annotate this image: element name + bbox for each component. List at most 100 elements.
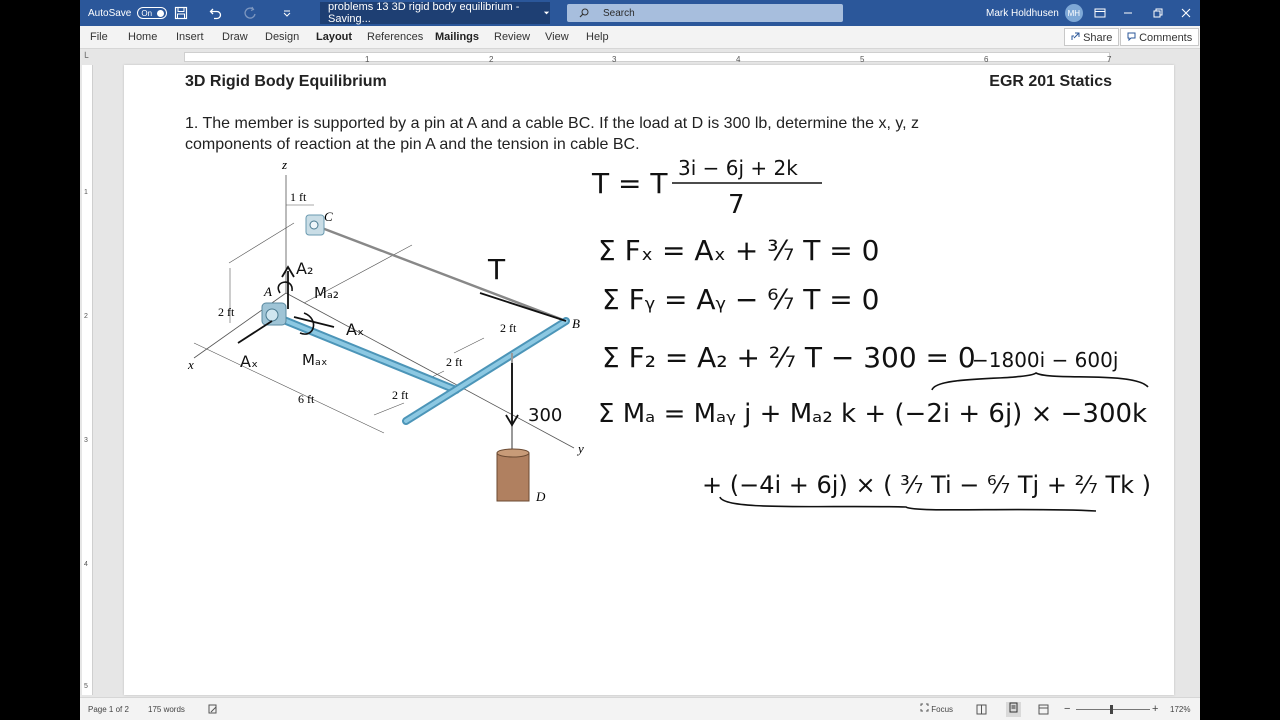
label-d: D — [535, 489, 546, 504]
page-count[interactable]: Page 1 of 2 — [88, 698, 129, 720]
tab-review[interactable]: Review — [494, 26, 530, 48]
vertical-ruler: 1 2 3 4 5 — [82, 65, 93, 695]
rigid-body-figure: z x y A B C D 1 ft 2 ft 2 ft 2 ft 2 ft 6… — [187, 157, 584, 504]
eq-sum-fx: Σ Fₓ = Aₓ + ³⁄₇ T = 0 — [598, 234, 879, 267]
undo-icon[interactable] — [209, 0, 223, 26]
vruler-number: 4 — [84, 561, 88, 568]
document-title-text: problems 13 3D rigid body equilibrium - … — [328, 1, 520, 25]
share-icon — [1071, 32, 1080, 40]
ribbon-tabs: File Home Insert Draw Design Layout Refe… — [80, 26, 1200, 49]
autosave-switch[interactable]: On — [137, 7, 168, 19]
comments-button[interactable]: Comments — [1120, 28, 1200, 46]
eq-sum-fy: Σ Fᵧ = Aᵧ − ⁶⁄₇ T = 0 — [602, 283, 879, 316]
tab-insert[interactable]: Insert — [176, 26, 204, 48]
brace-top — [931, 372, 1149, 391]
handwritten-may: Mₐₓ — [302, 351, 327, 369]
search-icon — [579, 8, 589, 18]
zoom-out-button[interactable]: − — [1064, 698, 1070, 720]
ruler-track: 1 2 3 4 5 6 7 — [184, 52, 1111, 64]
handwritten-ay: Aₓ — [346, 320, 364, 339]
label-2ft: 2 ft — [392, 388, 409, 402]
avatar: MH — [1064, 4, 1083, 22]
pin-a — [265, 308, 279, 322]
cable-bc — [313, 223, 567, 323]
pin-c — [309, 220, 319, 230]
title-bar: AutoSave On problems 13 3D rigid body eq… — [80, 0, 1200, 26]
tab-home[interactable]: Home — [128, 26, 157, 48]
problem-line-1: 1. The member is supported by a pin at A… — [185, 115, 920, 132]
share-label: Share — [1083, 32, 1113, 44]
label-a: A — [263, 284, 272, 299]
eq-tension-numerator: 3i − 6j + 2k — [678, 156, 798, 180]
focus-button[interactable]: Focus — [920, 698, 953, 720]
dimension-line — [193, 342, 385, 434]
user-account[interactable]: Mark Holdhusen MH — [986, 0, 1083, 26]
label-b: B — [572, 316, 580, 331]
tab-references[interactable]: References — [367, 26, 423, 48]
ruler-number: 1 — [365, 55, 370, 64]
document-page[interactable]: 3D Rigid Body Equilibrium EGR 201 Static… — [124, 65, 1174, 695]
redo-icon[interactable] — [243, 0, 257, 26]
tab-file[interactable]: File — [90, 26, 108, 48]
save-icon[interactable] — [174, 0, 188, 26]
course-title: EGR 201 Statics — [989, 73, 1112, 90]
minimize-icon[interactable] — [1122, 0, 1134, 26]
zoom-level[interactable]: 172% — [1170, 698, 1190, 720]
search-box[interactable]: Search — [567, 4, 843, 22]
dimension-line — [373, 402, 405, 416]
tab-help[interactable]: Help — [586, 26, 609, 48]
print-layout-icon[interactable] — [1006, 702, 1021, 717]
restore-icon[interactable] — [1152, 0, 1164, 26]
maz-moment-arrow — [277, 281, 293, 294]
document-title[interactable]: problems 13 3D rigid body equilibrium - … — [320, 1, 550, 25]
tab-design[interactable]: Design — [265, 26, 299, 48]
eq-tension-lhs: T = T — [591, 167, 668, 200]
handwritten-ax: Aₓ — [240, 352, 258, 371]
customize-toolbar-icon[interactable] — [282, 0, 292, 26]
weight-d — [496, 452, 530, 502]
label-1ft: 1 ft — [290, 190, 307, 204]
proofing-icon[interactable] — [208, 704, 218, 715]
handwritten-az: A₂ — [296, 259, 313, 278]
handwritten-300: 300 — [528, 405, 562, 426]
label-y: y — [576, 441, 584, 456]
tab-view[interactable]: View — [545, 26, 569, 48]
vruler-number: 2 — [84, 313, 88, 320]
problem-statement: 1. The member is supported by a pin at A… — [185, 113, 1065, 155]
ribbon-display-options-icon[interactable] — [1094, 0, 1106, 26]
ruler-number: 6 — [984, 55, 989, 64]
eq-moment-line2: + (−4i + 6j) × ( ³⁄₇ Ti − ⁶⁄₇ Tj + ²⁄₇ T… — [702, 471, 1151, 499]
focus-icon — [920, 703, 929, 712]
vruler-number: 5 — [84, 683, 88, 690]
ax-arrow — [237, 320, 273, 344]
horizontal-ruler[interactable]: └ 1 2 3 4 5 6 7 — [80, 49, 1200, 65]
tab-mailings[interactable]: Mailings — [435, 26, 479, 48]
close-icon[interactable] — [1180, 0, 1192, 26]
read-mode-icon[interactable] — [976, 704, 987, 715]
label-x: x — [187, 357, 194, 372]
zoom-slider-handle[interactable] — [1110, 705, 1113, 714]
label-2ft: 2 ft — [500, 321, 517, 335]
word-count[interactable]: 175 words — [148, 698, 185, 720]
page-title: 3D Rigid Body Equilibrium — [185, 73, 387, 90]
ruler-number: 4 — [736, 55, 741, 64]
status-bar: Page 1 of 2 175 words Focus − + 172% — [80, 697, 1200, 720]
web-layout-icon[interactable] — [1038, 704, 1049, 715]
autosave-toggle[interactable]: AutoSave On — [88, 0, 168, 26]
chevron-down-icon — [543, 11, 550, 15]
ruler-number: 2 — [489, 55, 494, 64]
switch-knob — [157, 10, 165, 17]
ruler-number: 3 — [612, 55, 617, 64]
tab-draw[interactable]: Draw — [222, 26, 248, 48]
tab-selector-icon[interactable]: └ — [82, 52, 92, 62]
tab-layout[interactable]: Layout — [316, 26, 352, 48]
eq-tension-denominator: 7 — [728, 190, 745, 220]
zoom-slider[interactable] — [1076, 709, 1150, 710]
dimension-line — [453, 337, 485, 354]
label-2ft: 2 ft — [218, 305, 235, 319]
problem-line-2: components of reaction at the pin A and … — [185, 136, 640, 153]
eq-moment-note: −1800i − 600j — [972, 348, 1118, 372]
share-button[interactable]: Share — [1064, 28, 1120, 46]
weight-d-top — [496, 448, 530, 458]
zoom-in-button[interactable]: + — [1152, 698, 1158, 720]
